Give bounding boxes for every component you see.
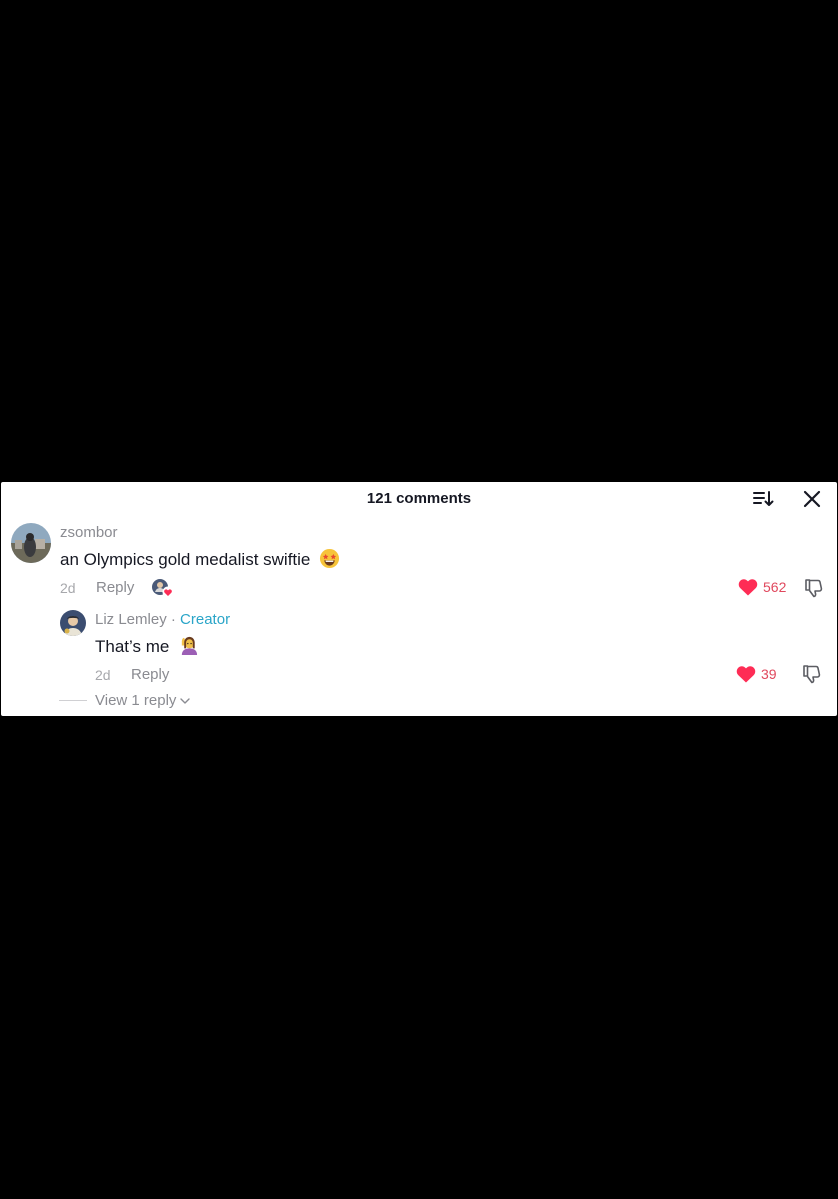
reply-text-content: That’s me: [95, 637, 170, 656]
view-replies-divider: [59, 700, 87, 701]
reply-author: Liz Lemley · Creator: [95, 611, 230, 628]
reply-username[interactable]: Liz Lemley: [95, 611, 167, 628]
view-replies-label: View 1 reply: [95, 692, 177, 709]
comment-time: 2d: [60, 580, 76, 596]
close-icon[interactable]: [800, 487, 824, 511]
heart-icon: [736, 666, 756, 683]
reply-like-button[interactable]: 39: [736, 665, 777, 683]
comment-username[interactable]: zsombor: [60, 524, 118, 541]
heart-icon: [738, 579, 758, 596]
sort-icon[interactable]: [751, 487, 775, 511]
comments-count-title: 121 comments: [366, 490, 472, 507]
star-struck-emoji: [319, 548, 340, 574]
comment-text: an Olympics gold medalist swiftie: [60, 548, 340, 574]
reply-text: That’s me: [95, 635, 199, 661]
avatar[interactable]: [11, 523, 51, 563]
comments-panel: 121 comments zsombor an Olympics gold me…: [1, 482, 837, 716]
raising-hand-emoji: [178, 635, 199, 661]
like-count: 562: [763, 579, 787, 595]
view-replies-button[interactable]: View 1 reply: [59, 692, 191, 709]
reply-dislike-icon[interactable]: [801, 663, 823, 685]
creator-avatar[interactable]: [60, 610, 86, 636]
like-button[interactable]: 562: [738, 578, 786, 596]
chevron-down-icon: [180, 697, 191, 704]
creator-liked-badge: [152, 578, 174, 598]
reply-time: 2d: [95, 667, 111, 683]
dislike-icon[interactable]: [803, 577, 825, 599]
comment-text-content: an Olympics gold medalist swiftie: [60, 550, 311, 569]
reply-like-count: 39: [761, 666, 777, 682]
reply-button[interactable]: Reply: [96, 579, 134, 596]
reply-reply-button[interactable]: Reply: [131, 666, 169, 683]
reply-separator: ·: [170, 611, 176, 628]
creator-badge: Creator: [180, 611, 231, 628]
